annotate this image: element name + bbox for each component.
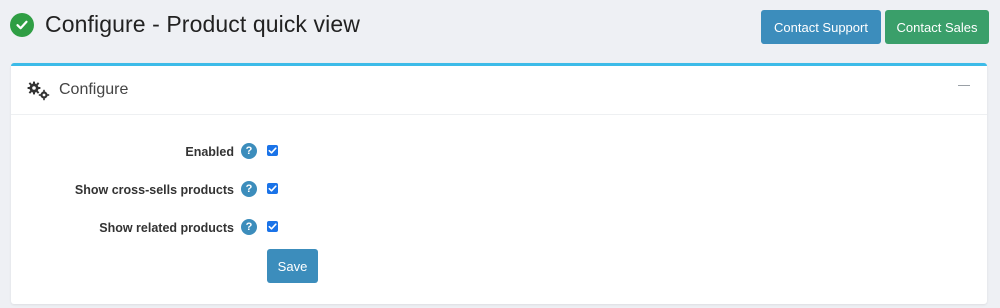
form-row-enabled: Enabled ? xyxy=(11,142,987,164)
card-header: Configure xyxy=(11,66,987,115)
cross-sells-label: Show cross-sells products xyxy=(74,183,234,197)
contact-support-button[interactable]: Contact Support xyxy=(761,10,881,44)
checkmark-icon xyxy=(268,185,277,192)
form-row-related: Show related products ? xyxy=(11,218,987,240)
gears-icon xyxy=(27,81,50,101)
checkmark-icon xyxy=(268,147,277,154)
cross-sells-checkbox[interactable] xyxy=(267,183,278,194)
minus-icon[interactable] xyxy=(957,78,971,92)
check-mark-icon xyxy=(16,20,28,29)
page-title: Configure - Product quick view xyxy=(45,11,360,37)
help-icon[interactable]: ? xyxy=(241,181,257,197)
card-title: Configure xyxy=(59,81,129,98)
related-checkbox[interactable] xyxy=(267,221,278,232)
checkmark-icon xyxy=(268,223,277,230)
check-circle-icon xyxy=(10,12,34,37)
help-icon[interactable]: ? xyxy=(241,143,257,159)
form-row-cross-sells: Show cross-sells products ? xyxy=(11,180,987,202)
enabled-checkbox[interactable] xyxy=(267,145,278,156)
configure-card: Configure Enabled ? Show cross-sells pro… xyxy=(11,63,987,304)
page-title-wrap: Configure - Product quick view xyxy=(10,11,360,38)
help-icon[interactable]: ? xyxy=(241,219,257,235)
contact-sales-button[interactable]: Contact Sales xyxy=(885,10,989,44)
related-label: Show related products xyxy=(99,221,234,235)
save-button[interactable]: Save xyxy=(267,249,318,283)
enabled-label: Enabled xyxy=(185,145,234,159)
page-header: Configure - Product quick view Contact S… xyxy=(0,0,1000,56)
